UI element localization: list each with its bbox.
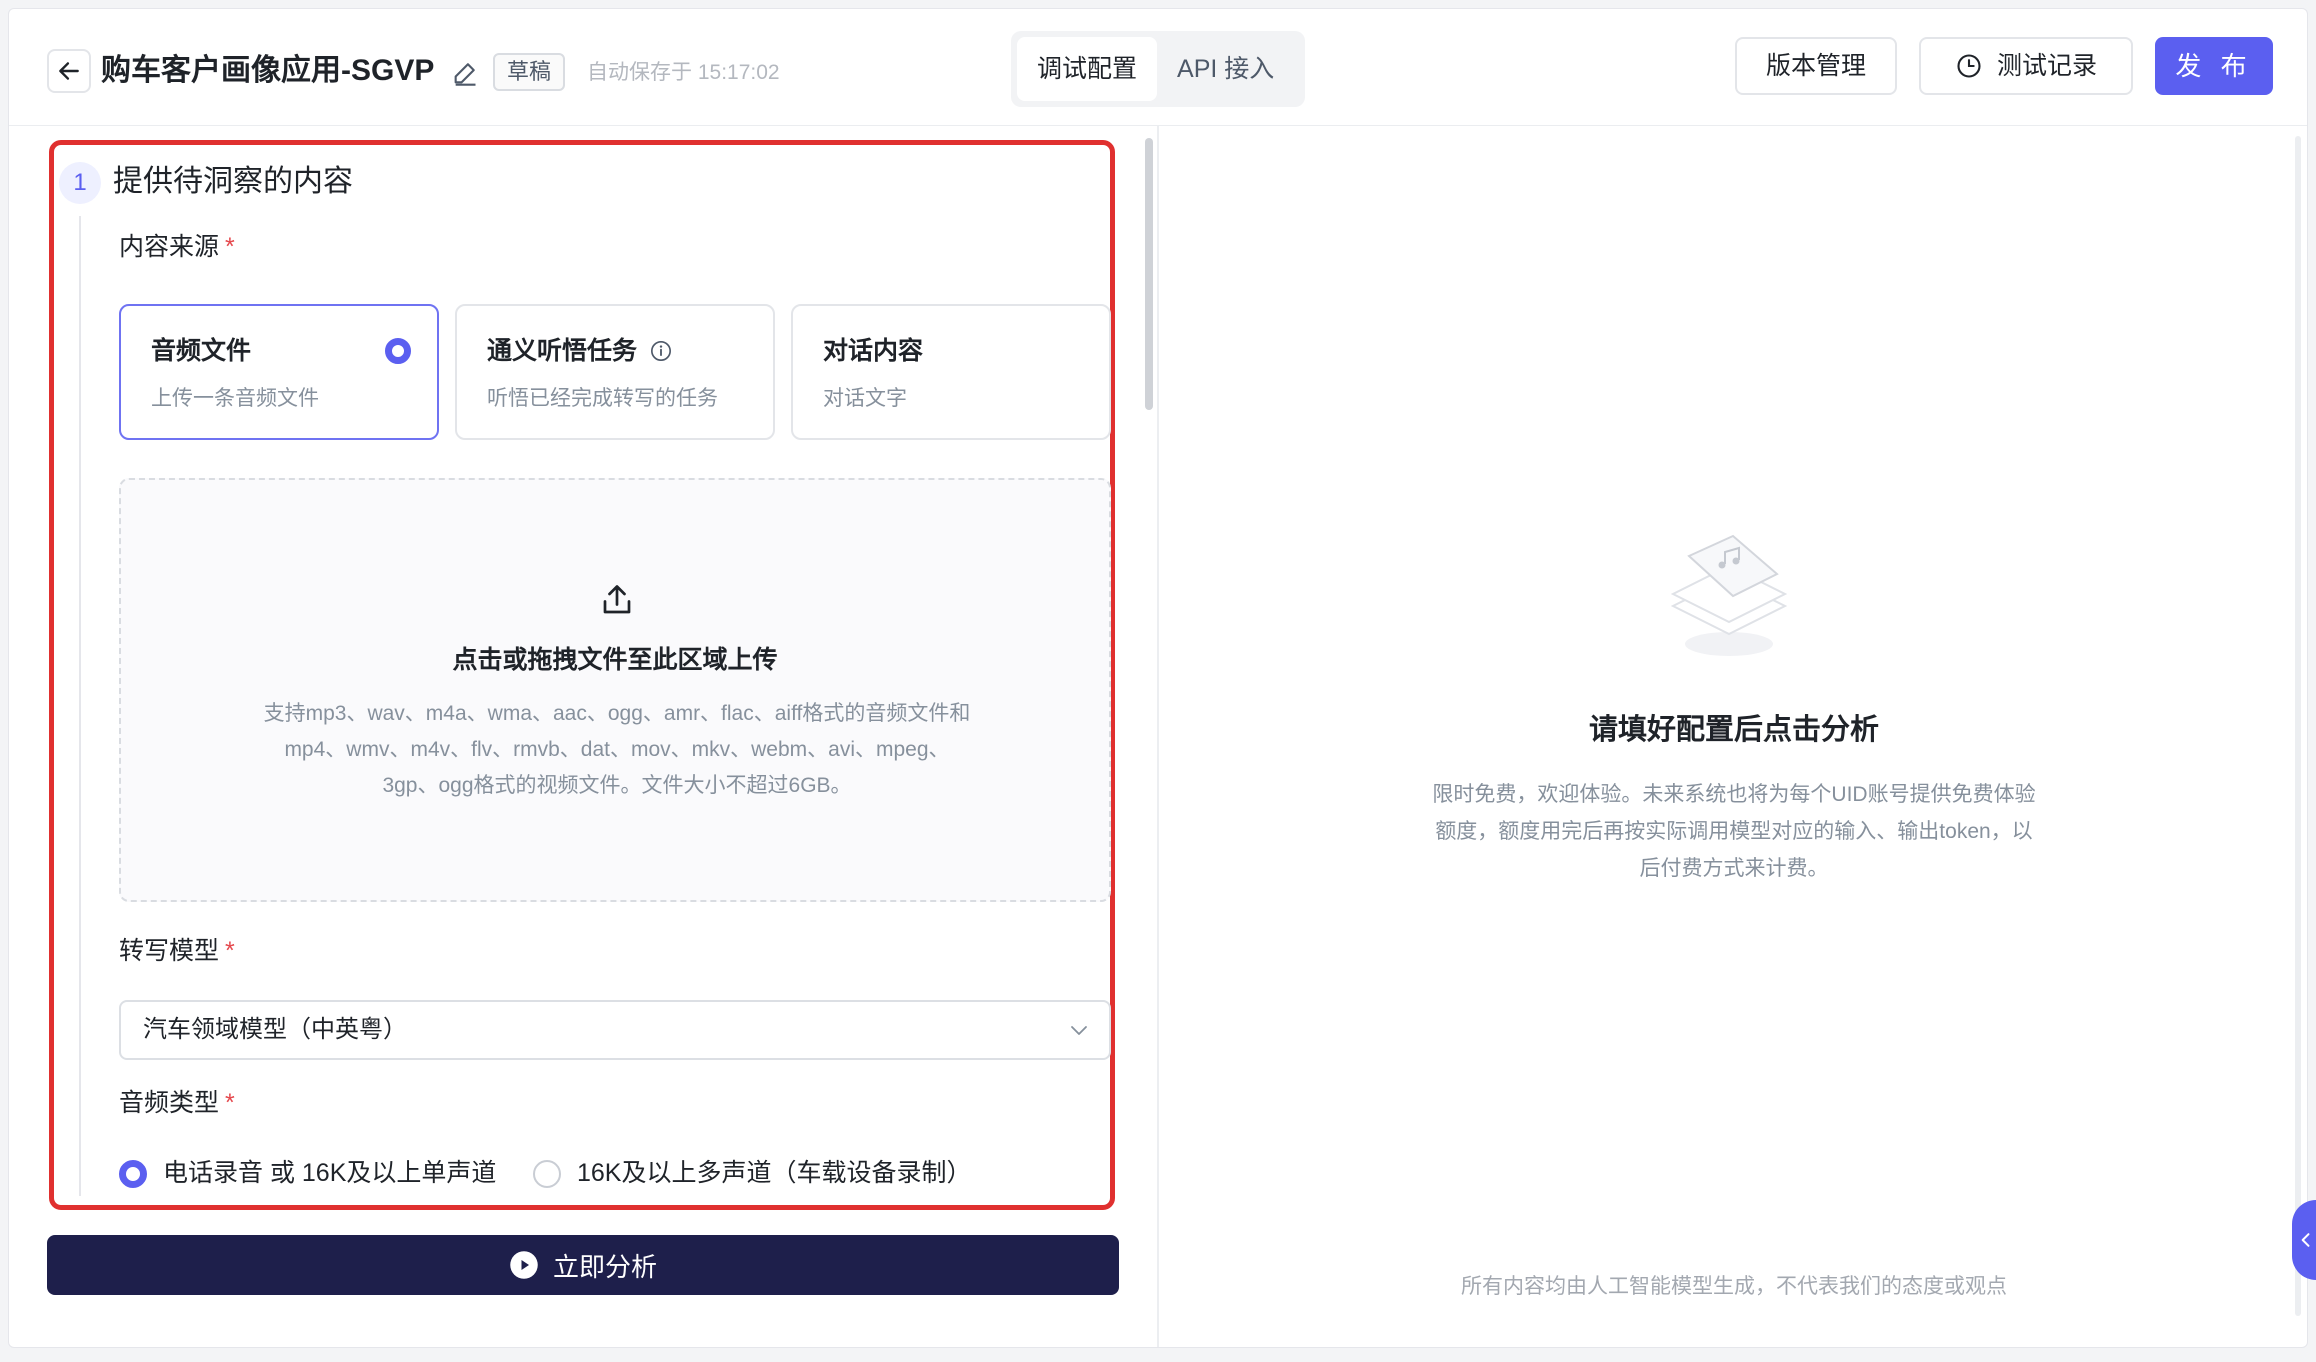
source-card-desc: 听悟已经完成转写的任务 bbox=[487, 387, 718, 410]
publish-button[interactable]: 发 布 bbox=[2155, 37, 2273, 95]
source-card-audio-file[interactable]: 音频文件 上传一条音频文件 bbox=[119, 304, 439, 440]
app-window: 购车客户画像应用-SGVP 草稿 自动保存于 15:17:02 调试配置 API… bbox=[8, 8, 2308, 1348]
back-button[interactable] bbox=[47, 49, 91, 93]
analyze-now-label: 立即分析 bbox=[552, 1251, 657, 1282]
ai-disclaimer: 所有内容均由人工智能模型生成，不代表我们的态度或观点 bbox=[1461, 1275, 2007, 1298]
left-scrollbar[interactable] bbox=[1145, 138, 1153, 410]
side-collapse-tab[interactable] bbox=[2292, 1200, 2316, 1280]
clock-icon bbox=[1957, 54, 1981, 78]
analyze-now-button[interactable]: 立即分析 bbox=[47, 1235, 1119, 1295]
edit-icon[interactable] bbox=[451, 59, 479, 87]
upload-dropzone[interactable]: 点击或拖拽文件至此区域上传 支持mp3、wav、m4a、wma、aac、ogg、… bbox=[119, 478, 1111, 902]
section-title: 提供待洞察的内容 bbox=[113, 165, 353, 198]
result-panel: 请填好配置后点击分析 限时免费，欢迎体验。未来系统也将为每个UID账号提供免费体… bbox=[1159, 126, 2307, 1347]
info-icon[interactable] bbox=[650, 340, 672, 362]
audio-type-label-mono[interactable]: 电话录音 或 16K及以上单声道 bbox=[163, 1156, 496, 1190]
music-file-illustration-icon bbox=[1670, 534, 1788, 656]
audio-type-radio-mono[interactable] bbox=[119, 1160, 147, 1188]
draft-badge: 草稿 bbox=[493, 53, 566, 91]
source-card-title: 通义听悟任务 bbox=[487, 334, 672, 368]
source-card-title: 对话内容 bbox=[823, 337, 924, 365]
autosave-status: 自动保存于 15:17:02 bbox=[587, 61, 780, 84]
tab-api-access[interactable]: API 接入 bbox=[1157, 37, 1294, 101]
config-panel: 1 提供待洞察的内容 内容来源 * 音频文件 上传一条音频文件 通义听悟任务 听悟… bbox=[9, 126, 1157, 1347]
upload-title: 点击或拖拽文件至此区域上传 bbox=[452, 646, 778, 674]
version-management-button[interactable]: 版本管理 bbox=[1735, 37, 1897, 95]
test-records-button[interactable]: 测试记录 bbox=[1919, 37, 2133, 95]
empty-state-desc: 限时免费，欢迎体验。未来系统也将为每个UID账号提供免费体验额度，额度用完后再按… bbox=[1432, 783, 2036, 880]
selected-model: 汽车领域模型（中英粤） bbox=[143, 1016, 407, 1043]
source-card-tingwu-task[interactable]: 通义听悟任务 听悟已经完成转写的任务 bbox=[455, 304, 775, 440]
chevron-down-icon bbox=[1071, 1026, 1087, 1035]
arrow-left-icon bbox=[59, 62, 79, 80]
tab-debug-config[interactable]: 调试配置 bbox=[1017, 37, 1158, 101]
transcription-model-label: 转写模型 * bbox=[119, 937, 235, 965]
content-source-label: 内容来源 * bbox=[119, 233, 235, 261]
top-bar: 购车客户画像应用-SGVP 草稿 自动保存于 15:17:02 调试配置 API… bbox=[9, 9, 2307, 126]
chevron-left-icon bbox=[2301, 1233, 2310, 1247]
upload-desc: 支持mp3、wav、m4a、wma、aac、ogg、amr、flac、aiff格… bbox=[263, 702, 971, 797]
source-card-dialogue[interactable]: 对话内容 对话文字 bbox=[791, 304, 1111, 440]
audio-type-label: 音频类型 * bbox=[119, 1089, 235, 1117]
test-records-label: 测试记录 bbox=[1996, 52, 2097, 80]
source-radio-selected[interactable] bbox=[385, 338, 411, 364]
play-icon bbox=[510, 1251, 538, 1279]
audio-type-radio-multi[interactable] bbox=[533, 1160, 561, 1188]
source-card-title: 音频文件 bbox=[151, 337, 252, 365]
app-title: 购车客户画像应用-SGVP bbox=[101, 54, 435, 87]
source-card-desc: 上传一条音频文件 bbox=[151, 387, 319, 410]
step-number: 1 bbox=[59, 162, 101, 204]
audio-type-label-multi[interactable]: 16K及以上多声道（车载设备录制） bbox=[577, 1156, 971, 1190]
right-scrollbar[interactable] bbox=[2295, 136, 2301, 1316]
step-line bbox=[79, 216, 81, 1196]
source-card-desc: 对话文字 bbox=[823, 387, 907, 410]
empty-state-title: 请填好配置后点击分析 bbox=[1588, 714, 1879, 746]
transcription-model-select[interactable]: 汽车领域模型（中英粤） bbox=[119, 1000, 1111, 1060]
mode-tabs: 调试配置 API 接入 bbox=[1011, 31, 1305, 107]
upload-icon bbox=[603, 585, 631, 614]
